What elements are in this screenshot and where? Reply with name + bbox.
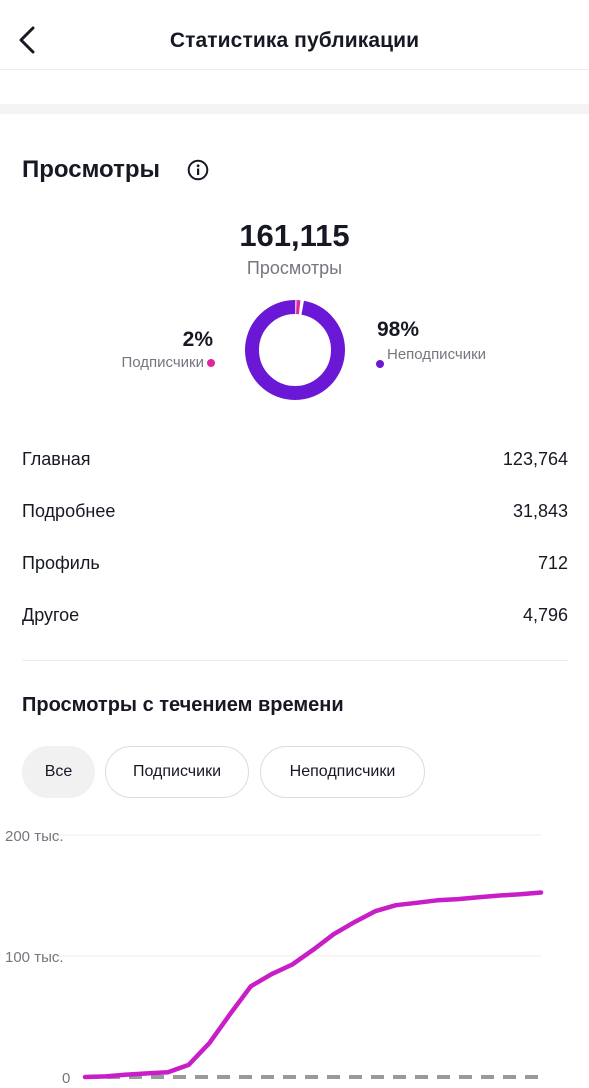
source-value: 712 [537, 552, 568, 573]
source-row-profile: Профиль 712 [22, 550, 568, 576]
views-over-time-chart: 200 тыс. 100 тыс. 0 [5, 828, 544, 1087]
source-value: 4,796 [522, 604, 568, 625]
non-subscribers-legend-label: Неподписчики [387, 346, 487, 363]
top-bar: Статистика публикации [0, 0, 589, 70]
filter-chip-subscribers[interactable]: Подписчики [105, 746, 249, 798]
section-divider [0, 104, 589, 114]
source-row-home: Главная 123,764 [22, 446, 568, 472]
subscribers-percent: 2% [182, 328, 213, 351]
subscribers-legend: Подписчики [121, 354, 215, 371]
chart-grid [52, 834, 541, 957]
section-separator [22, 660, 568, 661]
donut-non-subscribers-segment [245, 300, 345, 400]
y-tick-label: 100 тыс. [5, 949, 64, 966]
source-row-other: Другое 4,796 [22, 602, 568, 628]
source-value: 123,764 [502, 448, 568, 469]
views-section-title: Просмотры [22, 156, 161, 183]
non-subscribers-percent: 98% [377, 318, 420, 341]
source-label: Другое [22, 604, 80, 625]
series-line-solid [82, 890, 544, 1080]
y-tick-label: 0 [62, 1070, 70, 1087]
source-label: Главная [22, 448, 91, 469]
source-label: Подробнее [22, 500, 116, 521]
y-tick-label: 200 тыс. [5, 828, 64, 845]
non-subscribers-legend: Неподписчики [376, 346, 501, 368]
info-icon[interactable] [187, 159, 209, 181]
source-value: 31,843 [512, 500, 568, 521]
subscribers-legend-label: Подписчики [121, 354, 204, 371]
total-views-count: 161,115 [239, 218, 350, 253]
source-label: Профиль [22, 552, 100, 573]
source-row-more: Подробнее 31,843 [22, 498, 568, 524]
audience-donut-chart [245, 300, 345, 400]
filter-chip-all[interactable]: Все [22, 746, 95, 798]
page-title: Статистика публикации [169, 29, 420, 52]
views-over-time-title: Просмотры с течением времени [22, 694, 344, 716]
chart-y-ticks: 200 тыс. 100 тыс. 0 [5, 828, 70, 1087]
total-views-label: Просмотры [246, 258, 343, 278]
subscribers-legend-dot [207, 358, 215, 367]
chart-series [82, 890, 544, 1080]
filter-chip-non-subscribers[interactable]: Неподписчики [260, 746, 425, 798]
non-subscribers-legend-dot [376, 360, 384, 368]
